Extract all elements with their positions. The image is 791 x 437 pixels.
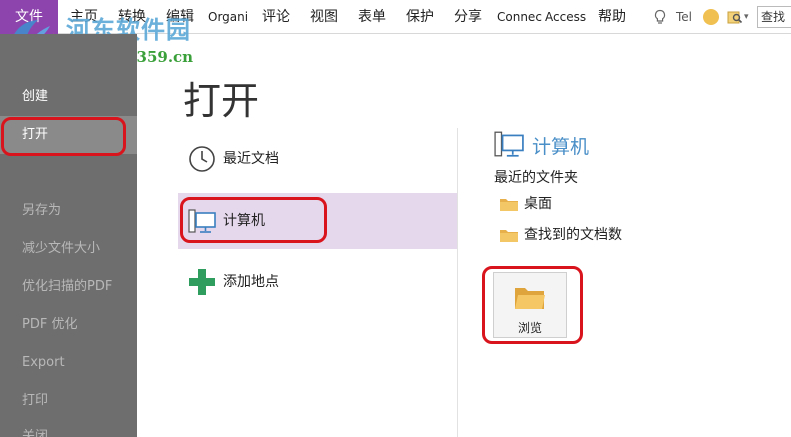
tell-me-text[interactable]: Tel xyxy=(676,0,692,34)
menu-help[interactable]: 帮助 xyxy=(598,0,626,34)
place-computer[interactable]: 计算机 xyxy=(178,193,458,249)
browse-button[interactable]: 浏览 xyxy=(493,272,567,338)
menu-access[interactable]: Access xyxy=(545,0,586,34)
sidebar-item-close[interactable]: 关闭 xyxy=(0,420,137,437)
sidebar-item-print[interactable]: 打印 xyxy=(0,382,137,420)
find-dropdown-chevron-icon[interactable]: ▾ xyxy=(744,0,749,34)
panel-title: 计算机 xyxy=(532,136,590,158)
clock-icon xyxy=(189,146,215,172)
place-label: 最近文档 xyxy=(223,151,279,167)
panel-divider xyxy=(457,128,458,437)
menu-protect[interactable]: 保护 xyxy=(406,0,434,34)
feedback-smiley-icon[interactable] xyxy=(703,9,719,25)
menu-view[interactable]: 视图 xyxy=(310,0,338,34)
menu-share[interactable]: 分享 xyxy=(454,0,482,34)
sidebar-item-export[interactable]: Export xyxy=(0,344,137,382)
computer-icon xyxy=(188,209,216,233)
menu-form[interactable]: 表单 xyxy=(358,0,386,34)
search-input[interactable]: 查找 xyxy=(757,6,791,28)
open-folder-icon xyxy=(515,288,545,309)
place-label: 添加地点 xyxy=(223,274,279,290)
sidebar-item-create[interactable]: 创建 xyxy=(0,78,137,116)
place-recent-documents[interactable]: 最近文档 xyxy=(178,131,458,187)
find-icon[interactable] xyxy=(727,9,743,25)
folder-icon xyxy=(500,230,518,242)
sidebar-item-pdf-optimize[interactable]: PDF 优化 xyxy=(0,306,137,344)
backstage-sidebar: 创建 打开 另存为 减少文件大小 优化扫描的PDF PDF 优化 Export … xyxy=(0,34,137,437)
sidebar-item-reduce-size[interactable]: 减少文件大小 xyxy=(0,230,137,268)
lightbulb-icon[interactable] xyxy=(652,9,668,25)
folder-label: 查找到的文档数 xyxy=(524,227,622,243)
page-title: 打开 xyxy=(183,79,260,123)
browse-label: 浏览 xyxy=(517,321,542,335)
computer-icon xyxy=(494,131,524,157)
sidebar-item-optimize-scan[interactable]: 优化扫描的PDF xyxy=(0,268,137,306)
place-add-location[interactable]: 添加地点 xyxy=(178,254,458,310)
recent-folders-label: 最近的文件夹 xyxy=(494,170,578,186)
place-label: 计算机 xyxy=(223,213,265,229)
menu-connect[interactable]: Connec xyxy=(497,0,542,34)
sidebar-item-save-as[interactable]: 另存为 xyxy=(0,192,137,230)
menu-comment[interactable]: 评论 xyxy=(262,0,290,34)
folder-icon xyxy=(500,199,518,211)
folder-label: 桌面 xyxy=(524,196,552,212)
plus-icon xyxy=(189,269,215,295)
sidebar-item-open[interactable]: 打开 xyxy=(0,116,137,154)
menu-organize[interactable]: Organi xyxy=(208,0,248,34)
